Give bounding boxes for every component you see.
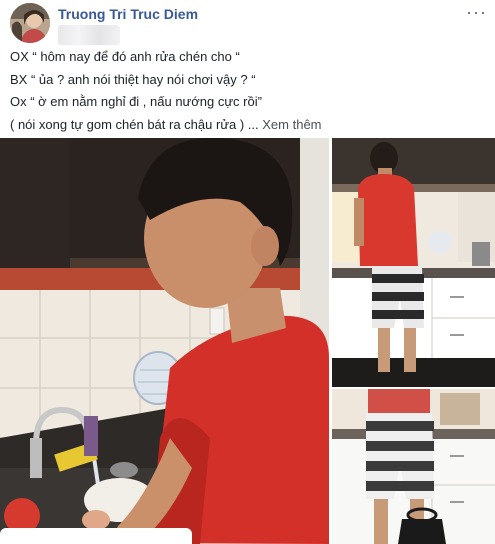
post-line: BX “ ủa ? anh nói thiệt hay nói chơi vậy…: [10, 71, 256, 87]
photo-main-image: [0, 138, 329, 544]
post-line-text: ( nói xong tự gom chén bát ra chậu rửa )…: [10, 116, 259, 132]
post-text: OX “ hôm nay để đó anh rửa chén cho “ BX…: [10, 46, 480, 136]
post-header: Truong Tri Truc Diem ···: [0, 0, 495, 50]
photo-back-view[interactable]: [332, 138, 495, 387]
comment-box-edge: [0, 528, 192, 544]
author-name[interactable]: Truong Tri Truc Diem: [58, 6, 198, 22]
photo-shorts-image: [332, 389, 495, 544]
avatar-image: [10, 3, 50, 43]
post-line: OX “ hôm nay để đó anh rửa chén cho “: [10, 49, 240, 64]
post-line-last: ( nói xong tự gom chén bát ra chậu rửa )…: [10, 114, 480, 137]
see-more-link[interactable]: Xem thêm: [262, 117, 321, 132]
more-options-icon[interactable]: ···: [466, 2, 487, 23]
timestamp-blurred: [58, 25, 120, 45]
post-line: Ox “ ờ em nằm nghỉ đi , nấu nướng cực rồ…: [10, 94, 262, 109]
photo-back-view-image: [332, 138, 495, 387]
photo-shorts[interactable]: [332, 389, 495, 544]
avatar[interactable]: [10, 3, 50, 43]
photo-main[interactable]: [0, 138, 329, 544]
